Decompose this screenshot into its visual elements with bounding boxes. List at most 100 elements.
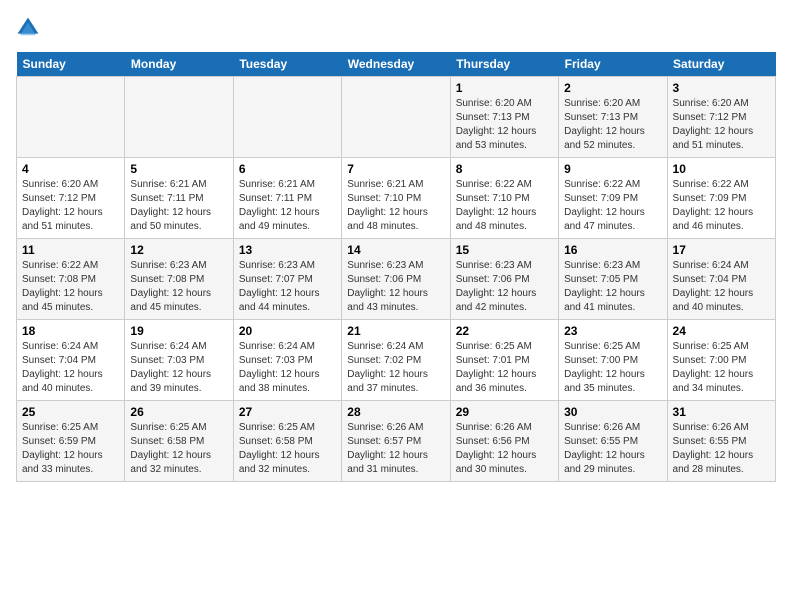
day-cell-20: 20 Sunrise: 6:24 AMSunset: 7:03 PMDayligh… <box>233 320 341 401</box>
day-info: Sunrise: 6:26 AMSunset: 6:56 PMDaylight:… <box>456 421 553 477</box>
day-cell-5: 5Sunrise: 6:21 AMSunset: 7:11 PMDaylight… <box>125 158 233 239</box>
day-number: 24 <box>673 324 770 338</box>
day-number: 1 <box>456 81 553 95</box>
day-number: 6 <box>239 162 336 176</box>
day-info: Sunrise: 6:23 AMSunset: 7:06 PMDaylight:… <box>456 259 553 315</box>
day-info: Sunrise: 6:24 AMSunset: 7:04 PMDaylight:… <box>673 259 770 315</box>
day-cell-empty <box>17 77 125 158</box>
header-tuesday: Tuesday <box>233 52 341 77</box>
day-info: Sunrise: 6:20 AMSunset: 7:13 PMDaylight:… <box>564 97 661 153</box>
day-cell-12: 12 Sunrise: 6:23 AMSunset: 7:08 PMDayligh… <box>125 239 233 320</box>
day-number: 30 <box>564 405 661 419</box>
day-number: 23 <box>564 324 661 338</box>
week-row-3: 11 Sunrise: 6:22 AMSunset: 7:08 PMDayligh… <box>17 239 776 320</box>
day-cell-11: 11 Sunrise: 6:22 AMSunset: 7:08 PMDayligh… <box>17 239 125 320</box>
day-cell-25: 25 Sunrise: 6:25 AMSunset: 6:59 PMDayligh… <box>17 401 125 482</box>
header-friday: Friday <box>559 52 667 77</box>
day-info: Sunrise: 6:25 AMSunset: 6:59 PMDaylight:… <box>22 421 119 477</box>
calendar-table: SundayMondayTuesdayWednesdayThursdayFrid… <box>16 52 776 482</box>
day-number: 12 <box>130 243 227 257</box>
day-cell-28: 28Sunrise: 6:26 AMSunset: 6:57 PMDayligh… <box>342 401 450 482</box>
day-cell-24: 24Sunrise: 6:25 AMSunset: 7:00 PMDayligh… <box>667 320 775 401</box>
day-info: Sunrise: 6:20 AMSunset: 7:12 PMDaylight:… <box>673 97 770 153</box>
day-number: 19 <box>130 324 227 338</box>
day-number: 7 <box>347 162 444 176</box>
day-cell-18: 18 Sunrise: 6:24 AMSunset: 7:04 PMDayligh… <box>17 320 125 401</box>
day-cell-14: 14 Sunrise: 6:23 AMSunset: 7:06 PMDayligh… <box>342 239 450 320</box>
day-info: Sunrise: 6:25 AMSunset: 7:01 PMDaylight:… <box>456 340 553 396</box>
day-info: Sunrise: 6:22 AMSunset: 7:09 PMDaylight:… <box>564 178 661 234</box>
day-cell-15: 15 Sunrise: 6:23 AMSunset: 7:06 PMDayligh… <box>450 239 558 320</box>
day-info: Sunrise: 6:24 AMSunset: 7:03 PMDaylight:… <box>239 340 336 396</box>
header-saturday: Saturday <box>667 52 775 77</box>
header-wednesday: Wednesday <box>342 52 450 77</box>
day-number: 20 <box>239 324 336 338</box>
day-info: Sunrise: 6:22 AMSunset: 7:08 PMDaylight:… <box>22 259 119 315</box>
day-cell-22: 22 Sunrise: 6:25 AMSunset: 7:01 PMDayligh… <box>450 320 558 401</box>
day-cell-4: 4Sunrise: 6:20 AMSunset: 7:12 PMDaylight… <box>17 158 125 239</box>
day-info: Sunrise: 6:22 AMSunset: 7:10 PMDaylight:… <box>456 178 553 234</box>
day-number: 3 <box>673 81 770 95</box>
day-cell-26: 26Sunrise: 6:25 AMSunset: 6:58 PMDayligh… <box>125 401 233 482</box>
day-cell-17: 17Sunrise: 6:24 AMSunset: 7:04 PMDayligh… <box>667 239 775 320</box>
header-sunday: Sunday <box>17 52 125 77</box>
day-number: 15 <box>456 243 553 257</box>
day-cell-21: 21Sunrise: 6:24 AMSunset: 7:02 PMDayligh… <box>342 320 450 401</box>
day-number: 11 <box>22 243 119 257</box>
day-cell-30: 30 Sunrise: 6:26 AMSunset: 6:55 PMDayligh… <box>559 401 667 482</box>
day-number: 22 <box>456 324 553 338</box>
day-info: Sunrise: 6:21 AMSunset: 7:11 PMDaylight:… <box>239 178 336 234</box>
day-info: Sunrise: 6:20 AMSunset: 7:13 PMDaylight:… <box>456 97 553 153</box>
day-cell-23: 23 Sunrise: 6:25 AMSunset: 7:00 PMDayligh… <box>559 320 667 401</box>
day-cell-31: 31Sunrise: 6:26 AMSunset: 6:55 PMDayligh… <box>667 401 775 482</box>
day-cell-1: 1 Sunrise: 6:20 AMSunset: 7:13 PMDaylight… <box>450 77 558 158</box>
day-cell-8: 8Sunrise: 6:22 AMSunset: 7:10 PMDaylight… <box>450 158 558 239</box>
day-info: Sunrise: 6:25 AMSunset: 7:00 PMDaylight:… <box>564 340 661 396</box>
day-info: Sunrise: 6:21 AMSunset: 7:10 PMDaylight:… <box>347 178 444 234</box>
day-info: Sunrise: 6:22 AMSunset: 7:09 PMDaylight:… <box>673 178 770 234</box>
day-cell-29: 29 Sunrise: 6:26 AMSunset: 6:56 PMDayligh… <box>450 401 558 482</box>
day-number: 31 <box>673 405 770 419</box>
page-header <box>16 16 776 40</box>
logo <box>16 16 44 40</box>
day-number: 2 <box>564 81 661 95</box>
day-info: Sunrise: 6:25 AMSunset: 6:58 PMDaylight:… <box>239 421 336 477</box>
logo-icon <box>16 16 40 40</box>
day-info: Sunrise: 6:23 AMSunset: 7:06 PMDaylight:… <box>347 259 444 315</box>
day-info: Sunrise: 6:24 AMSunset: 7:02 PMDaylight:… <box>347 340 444 396</box>
day-cell-16: 16 Sunrise: 6:23 AMSunset: 7:05 PMDayligh… <box>559 239 667 320</box>
week-row-2: 4Sunrise: 6:20 AMSunset: 7:12 PMDaylight… <box>17 158 776 239</box>
day-info: Sunrise: 6:26 AMSunset: 6:57 PMDaylight:… <box>347 421 444 477</box>
day-number: 5 <box>130 162 227 176</box>
day-number: 14 <box>347 243 444 257</box>
day-cell-7: 7 Sunrise: 6:21 AMSunset: 7:10 PMDaylight… <box>342 158 450 239</box>
week-row-5: 25 Sunrise: 6:25 AMSunset: 6:59 PMDayligh… <box>17 401 776 482</box>
day-number: 26 <box>130 405 227 419</box>
day-info: Sunrise: 6:23 AMSunset: 7:05 PMDaylight:… <box>564 259 661 315</box>
day-cell-27: 27 Sunrise: 6:25 AMSunset: 6:58 PMDayligh… <box>233 401 341 482</box>
day-cell-empty <box>125 77 233 158</box>
day-number: 9 <box>564 162 661 176</box>
day-number: 25 <box>22 405 119 419</box>
day-cell-19: 19 Sunrise: 6:24 AMSunset: 7:03 PMDayligh… <box>125 320 233 401</box>
day-cell-3: 3 Sunrise: 6:20 AMSunset: 7:12 PMDaylight… <box>667 77 775 158</box>
day-info: Sunrise: 6:26 AMSunset: 6:55 PMDaylight:… <box>564 421 661 477</box>
day-info: Sunrise: 6:24 AMSunset: 7:04 PMDaylight:… <box>22 340 119 396</box>
day-cell-13: 13Sunrise: 6:23 AMSunset: 7:07 PMDayligh… <box>233 239 341 320</box>
day-cell-10: 10 Sunrise: 6:22 AMSunset: 7:09 PMDayligh… <box>667 158 775 239</box>
day-cell-empty <box>342 77 450 158</box>
day-number: 18 <box>22 324 119 338</box>
day-info: Sunrise: 6:24 AMSunset: 7:03 PMDaylight:… <box>130 340 227 396</box>
day-info: Sunrise: 6:23 AMSunset: 7:08 PMDaylight:… <box>130 259 227 315</box>
day-cell-6: 6 Sunrise: 6:21 AMSunset: 7:11 PMDaylight… <box>233 158 341 239</box>
day-number: 29 <box>456 405 553 419</box>
day-number: 16 <box>564 243 661 257</box>
day-number: 13 <box>239 243 336 257</box>
day-number: 27 <box>239 405 336 419</box>
day-cell-9: 9 Sunrise: 6:22 AMSunset: 7:09 PMDaylight… <box>559 158 667 239</box>
header-thursday: Thursday <box>450 52 558 77</box>
day-number: 10 <box>673 162 770 176</box>
day-cell-empty <box>233 77 341 158</box>
day-number: 4 <box>22 162 119 176</box>
week-row-1: 1 Sunrise: 6:20 AMSunset: 7:13 PMDaylight… <box>17 77 776 158</box>
